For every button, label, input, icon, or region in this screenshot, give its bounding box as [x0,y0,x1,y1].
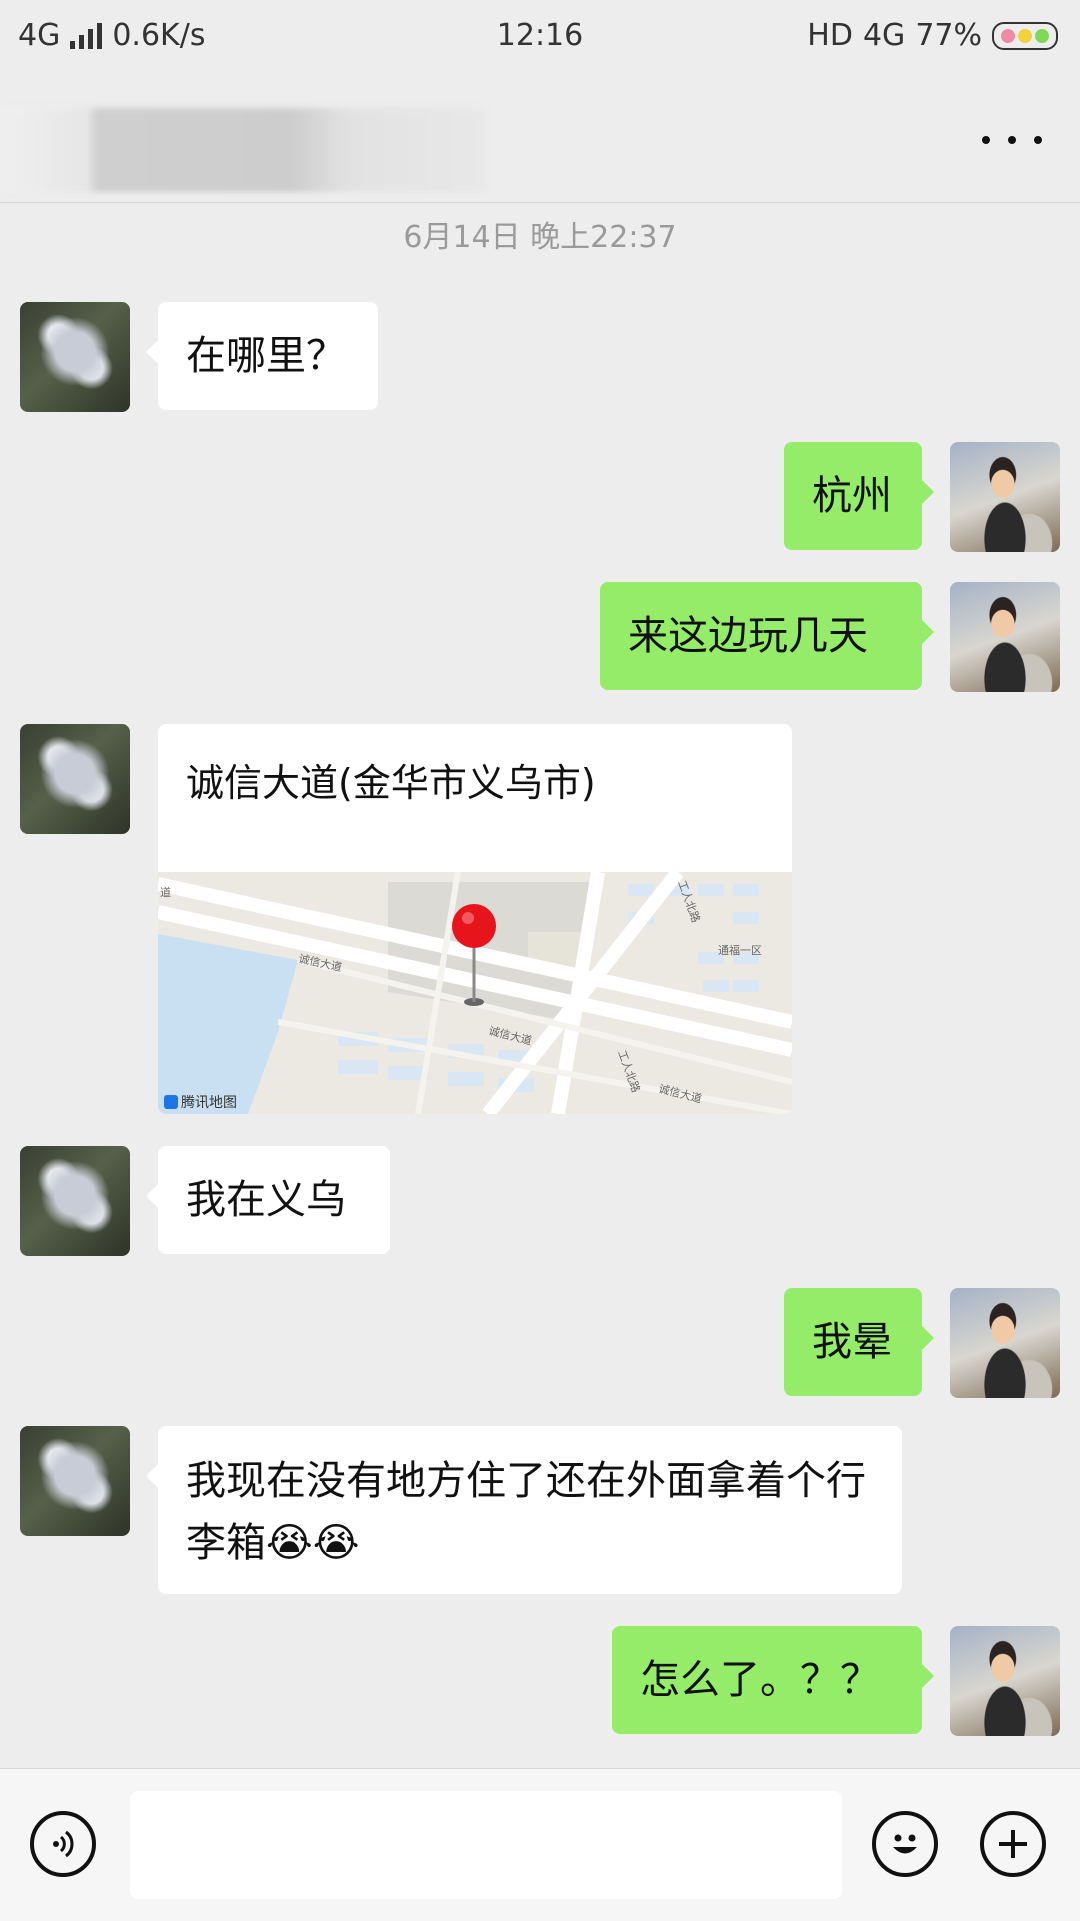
battery-icon [992,21,1058,50]
message-bubble-received[interactable]: 我现在没有地方住了还在外面拿着个行李箱😭😭 [146,1426,902,1594]
map-label: 道 [160,885,171,899]
emoji-icon[interactable] [872,1811,938,1877]
battery-percent: 77% [915,18,982,53]
network-type-right: 4G [862,18,906,53]
chat-title-blurred [0,108,486,192]
message-timestamp: 6月14日 晚上22:37 [403,220,677,255]
self-avatar[interactable] [950,442,1060,552]
self-avatar[interactable] [950,1626,1060,1736]
contact-avatar[interactable] [20,724,130,834]
voice-icon[interactable] [30,1811,96,1877]
location-title: 诚信大道(金华市义乌市) [186,761,596,805]
chat-header [0,76,1080,203]
contact-avatar[interactable] [20,1426,130,1536]
status-right: HD 4G 77% [807,18,1058,53]
more-icon[interactable] [982,120,1042,160]
map-graphic: 诚信大道 诚信大道 诚信大道 工人北路 工人北路 通福一区 道 [158,867,792,1114]
message-input[interactable] [130,1791,842,1899]
map-logo-text: 腾讯地图 [181,1095,237,1111]
message-bubble-received[interactable]: 在哪里？ [146,302,378,410]
plus-icon[interactable] [980,1811,1046,1877]
contact-avatar[interactable] [20,1146,130,1256]
message-bubble-sent[interactable]: 我晕 [784,1288,934,1396]
location-card[interactable]: 诚信大道(金华市义乌市) 诚信大道 诚信大道 诚信大道 工人北路 工人北路 通福… [158,724,792,1114]
tencent-map-icon [164,1095,178,1109]
contact-avatar[interactable] [20,302,130,412]
self-avatar[interactable] [950,1288,1060,1398]
self-avatar[interactable] [950,582,1060,692]
hd-indicator: HD [807,18,853,53]
message-bubble-sent[interactable]: 来这边玩几天 [600,582,934,690]
message-bubble-sent[interactable]: 怎么了。？？ [612,1626,934,1734]
map-logo: 腾讯地图 [164,1092,237,1112]
input-bar [0,1768,1080,1921]
message-bubble-sent[interactable]: 杭州 [784,442,934,550]
map-label: 通福一区 [718,943,762,957]
message-bubble-received[interactable]: 我在义乌 [146,1146,390,1254]
location-map[interactable]: 诚信大道 诚信大道 诚信大道 工人北路 工人北路 通福一区 道 腾讯地图 [158,867,792,1114]
status-bar: 4G 0.6K/s 12:16 HD 4G 77% [0,0,1080,76]
